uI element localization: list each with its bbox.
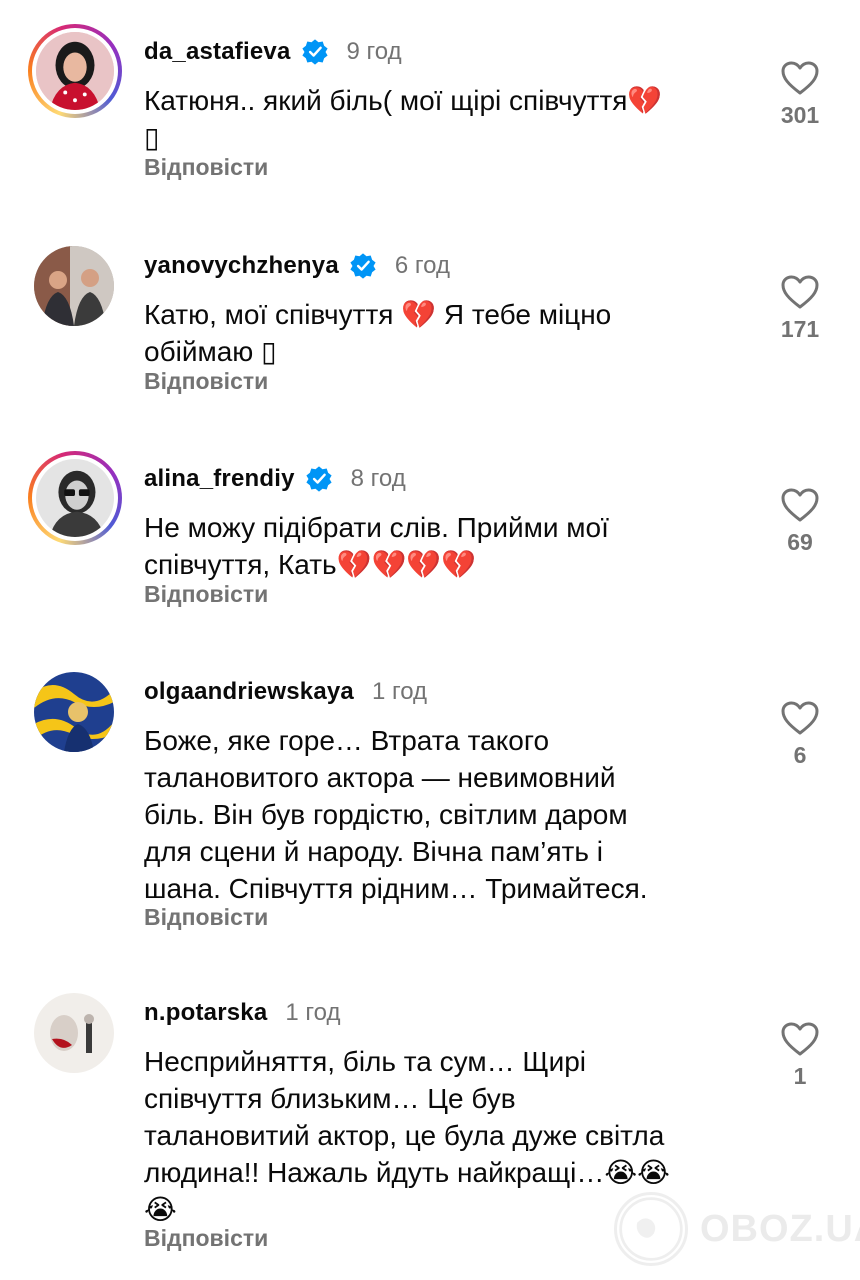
avatar[interactable] — [34, 672, 114, 752]
watermark: OBOZ.UA — [614, 1192, 860, 1266]
avatar[interactable] — [34, 993, 114, 1073]
verified-badge-icon — [301, 39, 328, 65]
comment-item: yanovychzhenya 6 год Катю, мої співчуття… — [0, 238, 860, 408]
like-count: 301 — [780, 102, 820, 128]
reply-button[interactable]: Відповісти — [144, 904, 268, 931]
timestamp: 6 год — [394, 252, 450, 279]
like-count: 1 — [793, 1063, 807, 1089]
timestamp: 9 год — [346, 38, 402, 65]
like-count: 6 — [793, 742, 807, 768]
comment-item: da_astafieva 9 год Катюня.. який біль( м… — [0, 24, 860, 194]
username[interactable]: yanovychzhenya — [144, 252, 339, 280]
comment-text: Боже, яке горе… Втрата такого талановито… — [144, 725, 648, 904]
comment-item: olgaandriewskaya 1 год Боже, яке горе… В… — [0, 664, 860, 944]
reply-button[interactable]: Відповісти — [144, 154, 268, 181]
like-count: 69 — [787, 529, 813, 555]
username[interactable]: olgaandriewskaya — [144, 678, 354, 706]
avatar[interactable] — [28, 451, 122, 545]
timestamp: 8 год — [350, 465, 406, 492]
reply-button[interactable]: Відповісти — [144, 581, 268, 608]
like-button[interactable]: 171 — [770, 274, 830, 343]
reply-button[interactable]: Відповісти — [144, 1225, 268, 1252]
heart-icon[interactable] — [780, 700, 820, 736]
like-button[interactable]: 1 — [770, 1021, 830, 1090]
heart-icon[interactable] — [780, 1021, 820, 1057]
watermark-text: OBOZ.UA — [700, 1207, 860, 1250]
verified-badge-icon — [306, 466, 332, 492]
username[interactable]: alina_frendiy — [144, 465, 295, 493]
comment-text: Катю, мої співчуття 💔 Я тебе міцно обійм… — [144, 299, 612, 367]
like-count: 171 — [780, 316, 820, 342]
username[interactable]: da_astafieva — [144, 38, 291, 66]
comment-item: alina_frendiy 8 год Не можу підібрати сл… — [0, 451, 860, 621]
avatar[interactable] — [28, 24, 122, 118]
timestamp: 1 год — [285, 999, 341, 1026]
username[interactable]: n.potarska — [144, 999, 267, 1027]
comment-text: Не можу підібрати слів. Прийми мої співч… — [144, 512, 609, 580]
like-button[interactable]: 6 — [770, 700, 830, 769]
like-button[interactable]: 69 — [770, 487, 830, 556]
verified-badge-icon — [350, 253, 376, 279]
globe-logo-icon — [614, 1192, 688, 1266]
like-button[interactable]: 301 — [770, 60, 830, 129]
avatar[interactable] — [34, 246, 114, 326]
timestamp: 1 год — [371, 678, 428, 705]
comment-text: Катюня.. який біль( мої щірі співчуття💔 … — [144, 85, 663, 153]
heart-icon[interactable] — [780, 274, 820, 310]
heart-icon[interactable] — [780, 60, 820, 96]
heart-icon[interactable] — [780, 487, 820, 523]
reply-button[interactable]: Відповісти — [144, 368, 268, 395]
